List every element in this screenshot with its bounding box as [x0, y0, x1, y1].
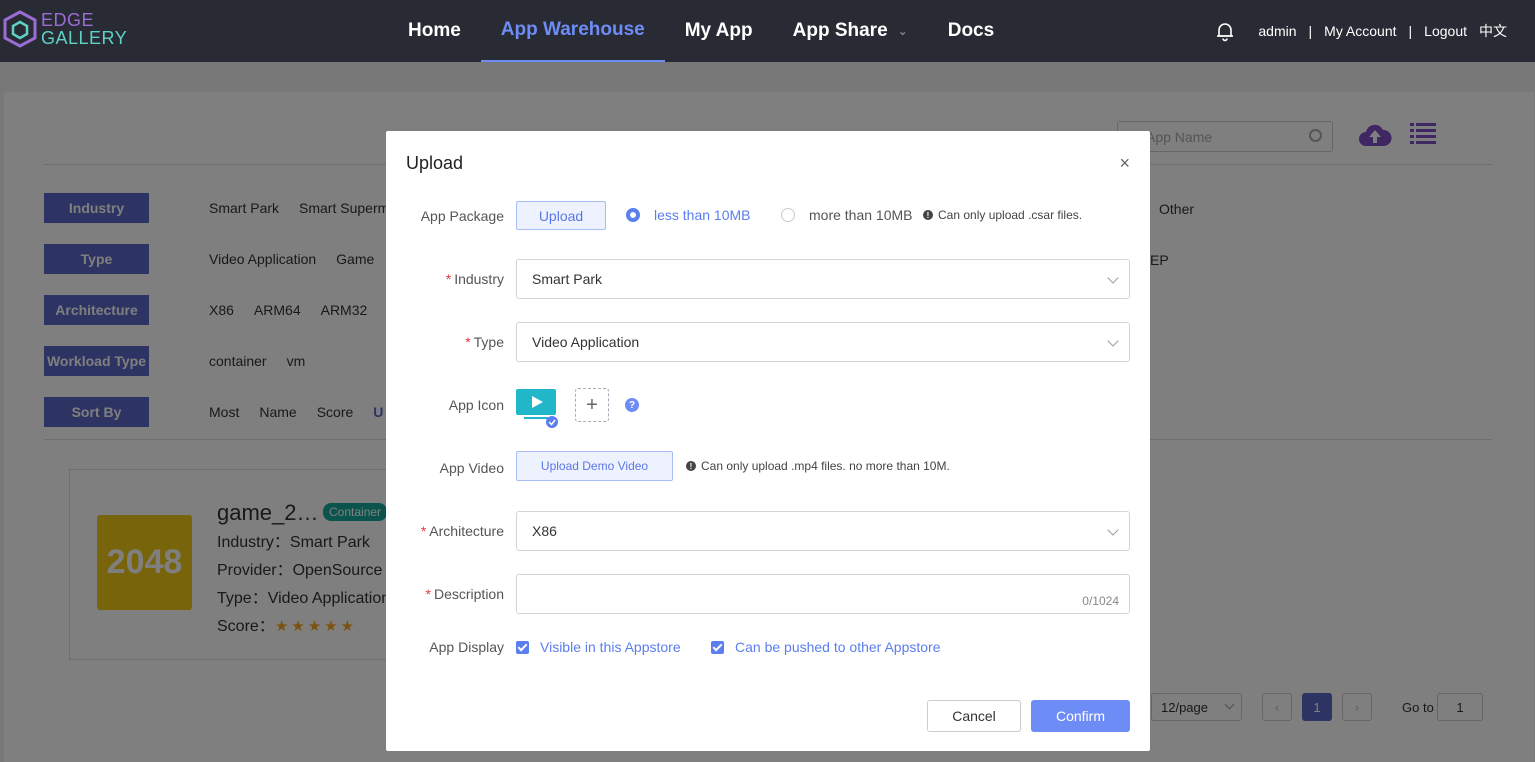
- upload-demo-video-button[interactable]: Upload Demo Video: [516, 451, 673, 481]
- radio-more-than-10mb[interactable]: [781, 208, 795, 222]
- industry-label-text: Industry: [454, 271, 504, 287]
- cancel-button[interactable]: Cancel: [927, 700, 1021, 732]
- top-navbar: EDGE GALLERY Home App Warehouse My App A…: [0, 0, 1535, 62]
- description-textarea[interactable]: 0/1024: [516, 574, 1130, 614]
- type-select[interactable]: Video Application: [516, 322, 1130, 362]
- info-icon: !: [923, 210, 933, 220]
- help-icon[interactable]: ?: [625, 398, 639, 412]
- description-label-text: Description: [433, 586, 504, 602]
- nav-docs[interactable]: Docs: [928, 0, 1014, 62]
- app-video-label: App Video: [439, 460, 504, 476]
- app-display-label: App Display: [429, 639, 504, 655]
- language-switch[interactable]: 中文: [1479, 21, 1507, 41]
- industry-select[interactable]: Smart Park: [516, 259, 1130, 299]
- architecture-label-text: Architecture: [429, 523, 504, 539]
- architecture-select[interactable]: X86: [516, 511, 1130, 551]
- required-mark: *: [445, 271, 452, 287]
- pushable-label[interactable]: Can be pushed to other Appstore: [735, 639, 940, 655]
- close-icon[interactable]: ×: [1119, 153, 1130, 174]
- main-nav: Home App Warehouse My App App Share ⌄ Do…: [388, 0, 1014, 62]
- visible-in-appstore-checkbox[interactable]: [516, 641, 529, 654]
- industry-select-value: Smart Park: [532, 271, 603, 287]
- upload-package-button[interactable]: Upload: [516, 201, 606, 230]
- video-app-icon[interactable]: [516, 389, 558, 429]
- logo-text-edge: EDGE: [41, 10, 95, 30]
- chevron-down-icon: [1107, 524, 1119, 536]
- nav-app-share-label: App Share: [792, 20, 888, 41]
- visible-in-appstore-label[interactable]: Visible in this Appstore: [540, 639, 681, 655]
- industry-label: * Industry: [386, 271, 504, 287]
- package-hint-text: Can only upload .csar files.: [938, 208, 1083, 222]
- architecture-label: * Architecture: [386, 523, 504, 539]
- separator: |: [1408, 23, 1413, 39]
- video-hint: ! Can only upload .mp4 files. no more th…: [686, 459, 950, 473]
- nav-my-app[interactable]: My App: [665, 0, 773, 62]
- logo-text-gallery: GALLERY: [41, 28, 128, 48]
- nav-app-share[interactable]: App Share ⌄: [773, 0, 928, 62]
- edgegallery-logo[interactable]: EDGE GALLERY: [3, 10, 127, 48]
- chevron-down-icon: [1107, 272, 1119, 284]
- type-label-text: Type: [473, 334, 504, 350]
- pushable-checkbox[interactable]: [711, 641, 724, 654]
- description-label: * Description: [386, 586, 504, 602]
- nav-app-warehouse[interactable]: App Warehouse: [480, 0, 665, 62]
- my-account-link[interactable]: My Account: [1324, 23, 1396, 39]
- dialog-title: Upload: [406, 153, 464, 173]
- radio-less-than-10mb-label[interactable]: less than 10MB: [654, 207, 751, 223]
- logout-link[interactable]: Logout: [1424, 23, 1467, 39]
- info-icon: !: [686, 461, 696, 471]
- confirm-button[interactable]: Confirm: [1031, 700, 1130, 732]
- chevron-down-icon: [1107, 335, 1119, 347]
- required-mark: *: [420, 523, 427, 539]
- type-select-value: Video Application: [532, 334, 640, 350]
- video-hint-text: Can only upload .mp4 files. no more than…: [701, 459, 950, 473]
- chevron-down-icon: ⌄: [897, 24, 908, 38]
- package-hint: ! Can only upload .csar files.: [923, 208, 1082, 222]
- add-icon-button[interactable]: +: [575, 388, 609, 422]
- radio-more-than-10mb-label[interactable]: more than 10MB: [809, 207, 913, 223]
- nav-home[interactable]: Home: [388, 0, 481, 62]
- type-label: * Type: [386, 334, 504, 350]
- username[interactable]: admin: [1258, 23, 1296, 39]
- app-icon-label: App Icon: [448, 397, 504, 413]
- architecture-select-value: X86: [532, 523, 557, 539]
- required-mark: *: [465, 334, 471, 350]
- user-menu: admin | My Account | Logout 中文: [1214, 0, 1507, 62]
- radio-less-than-10mb[interactable]: [626, 208, 640, 222]
- bell-icon[interactable]: [1214, 20, 1236, 42]
- app-package-label: App Package: [420, 208, 504, 224]
- hexagon-logo-icon: [3, 10, 37, 48]
- char-counter: 0/1024: [1082, 594, 1119, 608]
- required-mark: *: [425, 586, 431, 602]
- upload-dialog: Upload × App Package Upload less than 10…: [386, 131, 1150, 751]
- separator: |: [1308, 23, 1313, 39]
